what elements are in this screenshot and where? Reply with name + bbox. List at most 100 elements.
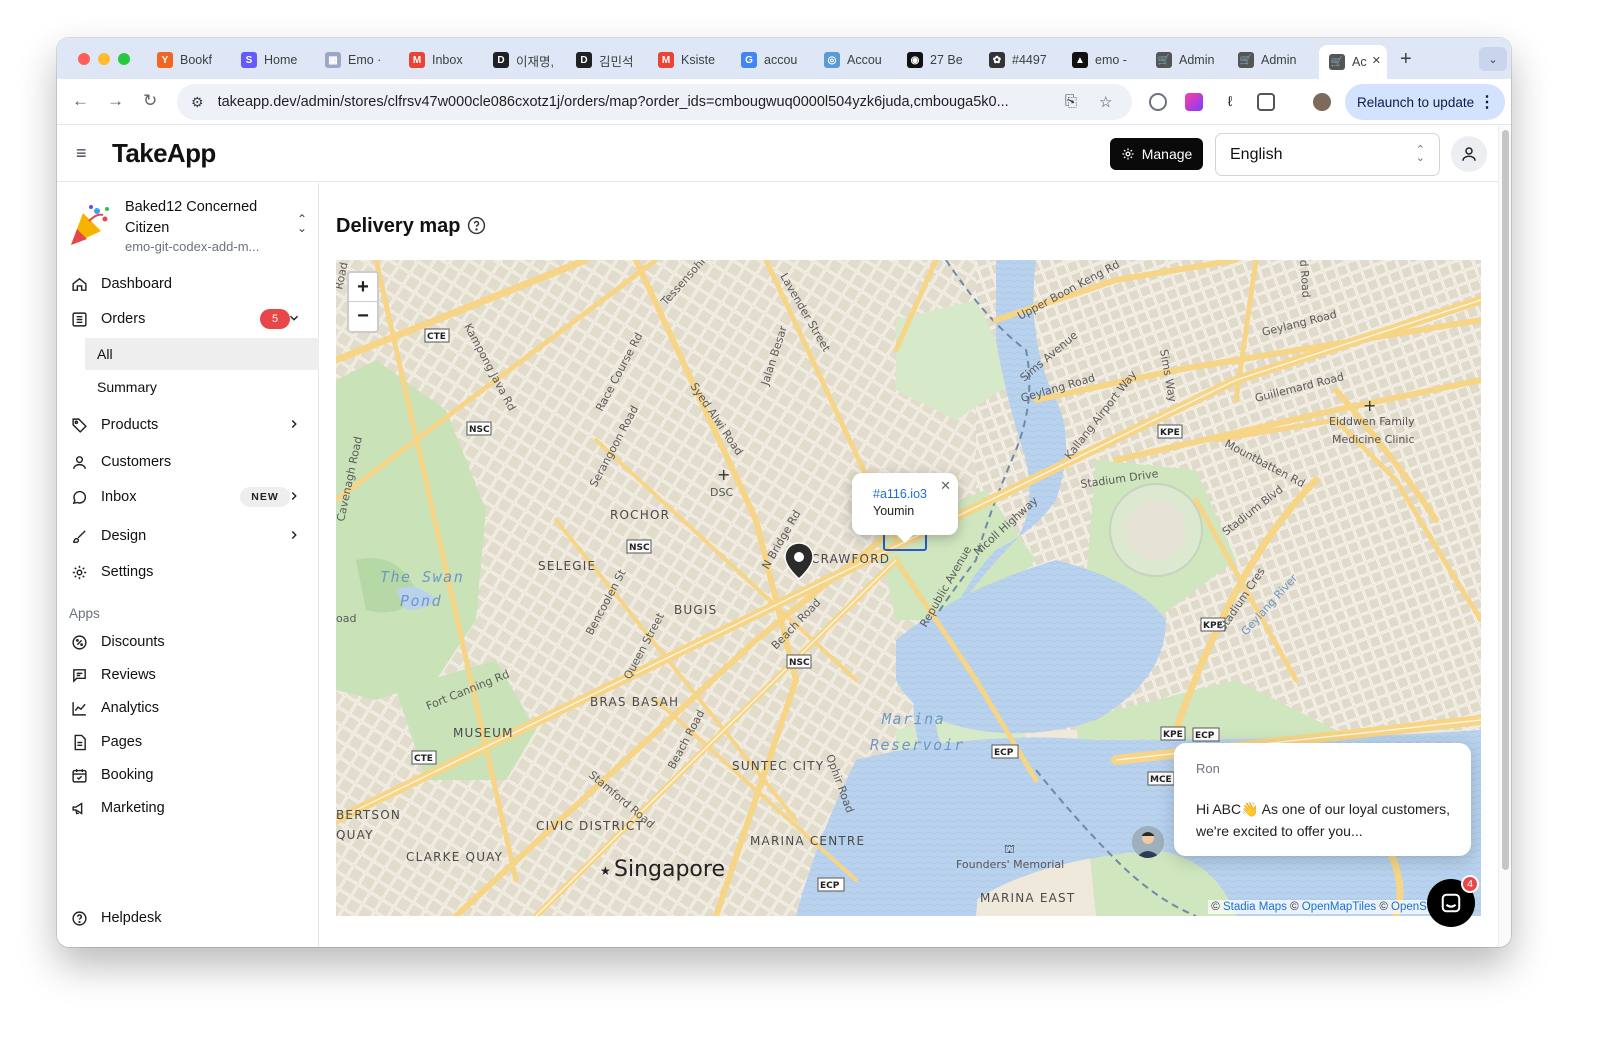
browser-tab[interactable]: Y Bookf bbox=[157, 47, 231, 73]
svg-text:ROCHOR: ROCHOR bbox=[610, 508, 670, 522]
browser-tab[interactable]: M Inbox bbox=[409, 47, 483, 73]
tab-label: Ksiste bbox=[681, 53, 716, 67]
chevron-right-icon[interactable] bbox=[287, 489, 301, 507]
address-bar[interactable]: ⚙ takeapp.dev/admin/stores/clfrsv47w000c… bbox=[177, 84, 1132, 120]
svg-text:BRAS BASAH: BRAS BASAH bbox=[590, 695, 679, 709]
browser-tab[interactable]: M Ksiste bbox=[658, 47, 732, 73]
browser-tab[interactable]: S Home bbox=[241, 47, 315, 73]
svg-text:Singapore: Singapore bbox=[614, 857, 725, 882]
sidebar-subitem-summary[interactable]: Summary bbox=[85, 371, 319, 403]
browser-tab[interactable]: 🛒 Ac ✕ bbox=[1319, 45, 1387, 79]
sidebar-item-products[interactable]: Products bbox=[69, 411, 309, 439]
extension-icon[interactable] bbox=[1149, 93, 1167, 111]
svg-text:MARINA CENTRE: MARINA CENTRE bbox=[750, 834, 865, 848]
sidebar-item-discounts[interactable]: Discounts bbox=[69, 628, 309, 656]
browser-tab[interactable]: ◎ Accou bbox=[824, 47, 898, 73]
browser-tab[interactable]: D 이재명, bbox=[493, 47, 567, 73]
tab-label: #4497 bbox=[1012, 53, 1047, 67]
hamburger-menu-icon[interactable]: ≡ bbox=[76, 143, 87, 164]
install-app-icon[interactable]: ⎘ bbox=[1065, 93, 1077, 110]
reload-button[interactable]: ↻ bbox=[143, 91, 157, 111]
tab-label: Bookf bbox=[180, 53, 212, 67]
browser-tab[interactable]: D 김민석 bbox=[576, 47, 650, 73]
close-tab-icon[interactable]: ✕ bbox=[1372, 54, 1381, 67]
chevron-right-icon[interactable] bbox=[287, 528, 301, 546]
zoom-out-button[interactable]: − bbox=[349, 302, 377, 331]
manage-button[interactable]: Manage bbox=[1110, 138, 1203, 170]
language-select[interactable]: English ⌃ ⌄ bbox=[1215, 133, 1440, 176]
tab-favicon-icon: S bbox=[241, 52, 257, 68]
chat-launcher-button[interactable]: 4 bbox=[1427, 875, 1479, 927]
svg-text:Reservoir: Reservoir bbox=[870, 736, 965, 754]
sidebar-item-analytics[interactable]: Analytics bbox=[69, 694, 309, 722]
svg-text:Marina: Marina bbox=[881, 710, 945, 728]
store-switcher[interactable]: Baked12 Concerned Citizen emo-git-codex-… bbox=[67, 197, 311, 257]
chat-message-preview[interactable]: Ron Hi ABC👋 As one of our loyal customer… bbox=[1174, 743, 1471, 856]
zoom-in-button[interactable]: + bbox=[349, 273, 377, 302]
sidebar-item-dashboard[interactable]: Dashboard bbox=[69, 270, 309, 298]
sidebar-item-design[interactable]: Design bbox=[69, 522, 309, 550]
svg-text:ECP: ECP bbox=[820, 881, 840, 891]
svg-text:SELEGIE: SELEGIE bbox=[538, 559, 596, 573]
url-text[interactable]: takeapp.dev/admin/stores/clfrsv47w000cle… bbox=[218, 94, 1053, 110]
browser-toolbar: ← → ↻ ⚙ takeapp.dev/admin/stores/clfrsv4… bbox=[57, 79, 1511, 125]
sidebar-item-customers[interactable]: Customers bbox=[69, 448, 309, 476]
sidebar-item-helpdesk[interactable]: Helpdesk bbox=[69, 904, 309, 932]
browser-tab[interactable]: 🛒 Admin bbox=[1238, 47, 1312, 73]
sidebar-item-pages[interactable]: Pages bbox=[69, 728, 309, 756]
tab-favicon-icon: Y bbox=[157, 52, 173, 68]
app-header: ≡ TakeApp Manage English ⌃ ⌄ bbox=[57, 126, 1498, 182]
sidebar-item-booking[interactable]: Booking bbox=[69, 761, 309, 789]
close-icon[interactable]: ✕ bbox=[940, 478, 951, 494]
svg-text:QUAY: QUAY bbox=[336, 828, 374, 842]
relaunch-button[interactable]: Relaunch to update ⋮ bbox=[1345, 84, 1505, 120]
chevron-down-icon[interactable] bbox=[287, 311, 301, 329]
back-button[interactable]: ← bbox=[72, 91, 89, 111]
tab-favicon-icon: 🛒 bbox=[1238, 52, 1254, 68]
tab-label: Ac bbox=[1352, 55, 1367, 69]
svg-text:MCE: MCE bbox=[1150, 775, 1172, 785]
tab-favicon-icon: 🛒 bbox=[1329, 54, 1345, 70]
help-circle-icon[interactable] bbox=[467, 216, 486, 235]
browser-tab[interactable]: Gaccou bbox=[741, 47, 815, 73]
forward-button[interactable]: → bbox=[107, 91, 124, 111]
tab-favicon-icon: ▦ bbox=[325, 52, 341, 68]
sidebar-subitem-all-orders[interactable]: All bbox=[85, 338, 319, 370]
app-logo[interactable]: TakeApp bbox=[112, 138, 216, 169]
svg-text:BUGIS: BUGIS bbox=[674, 603, 717, 617]
scrollbar-thumb[interactable] bbox=[1502, 130, 1509, 870]
minimize-window-button[interactable] bbox=[98, 53, 110, 65]
svg-text:CIVIC DISTRICT: CIVIC DISTRICT bbox=[536, 819, 644, 833]
extension-icon[interactable]: ℓ bbox=[1221, 93, 1239, 111]
browser-tab[interactable]: ✿ #4497 bbox=[989, 47, 1063, 73]
maximize-window-button[interactable] bbox=[118, 53, 130, 65]
site-info-icon[interactable]: ⚙ bbox=[191, 94, 204, 111]
profile-avatar[interactable] bbox=[1313, 93, 1331, 111]
browser-tab[interactable]: 🛒 Admin bbox=[1156, 47, 1230, 73]
chevron-right-icon[interactable] bbox=[287, 417, 301, 435]
kebab-menu-icon[interactable]: ⋮ bbox=[1479, 92, 1495, 112]
svg-text:KPE: KPE bbox=[1163, 730, 1183, 740]
extension-icon[interactable] bbox=[1185, 93, 1203, 111]
sidebar-item-orders[interactable]: Orders 5 bbox=[69, 305, 309, 333]
gear-icon bbox=[69, 562, 89, 582]
close-window-button[interactable] bbox=[78, 53, 90, 65]
extensions-puzzle-icon[interactable] bbox=[1257, 93, 1275, 111]
browser-tab[interactable]: ◉ 27 Be bbox=[907, 47, 981, 73]
svg-text:KPE: KPE bbox=[1160, 428, 1180, 438]
new-tab-button[interactable]: + bbox=[1400, 48, 1412, 71]
tab-favicon-icon: ◉ bbox=[907, 52, 923, 68]
orders-list-icon bbox=[69, 309, 89, 329]
user-menu-button[interactable] bbox=[1451, 136, 1487, 172]
bookmark-star-icon[interactable]: ☆ bbox=[1099, 93, 1112, 111]
sidebar-item-inbox[interactable]: Inbox NEW bbox=[69, 483, 309, 511]
sidebar-item-marketing[interactable]: Marketing bbox=[69, 794, 309, 822]
svg-text:NSC: NSC bbox=[469, 425, 490, 435]
svg-text:★: ★ bbox=[600, 864, 611, 878]
sidebar-item-reviews[interactable]: Reviews bbox=[69, 661, 309, 689]
browser-tab[interactable]: ▲ emo - bbox=[1072, 47, 1146, 73]
tab-search-button[interactable]: ⌄ bbox=[1479, 47, 1507, 71]
sidebar-item-settings[interactable]: Settings bbox=[69, 558, 309, 586]
page-scrollbar[interactable] bbox=[1498, 126, 1511, 947]
browser-tab[interactable]: ▦ Emo · bbox=[325, 47, 399, 73]
